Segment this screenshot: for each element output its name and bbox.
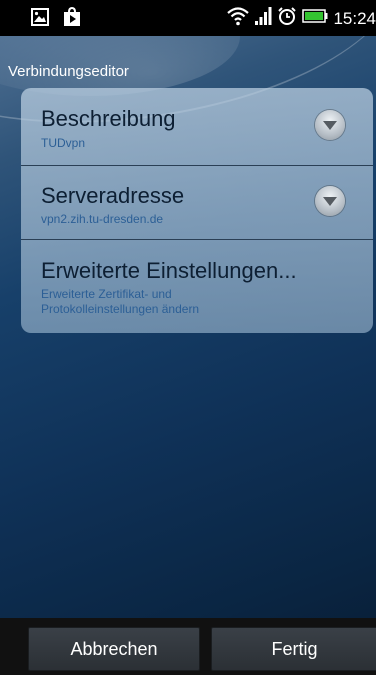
notification-icons: [30, 6, 82, 32]
chevron-down-icon[interactable]: [315, 110, 345, 140]
button-bar: Abbrechen Fertig: [0, 618, 376, 675]
description-row[interactable]: Beschreibung TUDvpn: [21, 88, 373, 164]
advanced-settings-row[interactable]: Erweiterte Einstellungen... Erweiterte Z…: [21, 240, 373, 333]
advanced-settings-label: Erweiterte Einstellungen...: [41, 258, 297, 283]
connection-editor-screen: Verbindungseditor Beschreibung TUDvpn Se…: [0, 36, 376, 675]
server-address-value: vpn2.zih.tu-dresden.de: [41, 212, 164, 226]
store-notification-icon: [62, 6, 82, 32]
signal-icon: [254, 6, 272, 31]
server-address-row[interactable]: Serveradresse vpn2.zih.tu-dresden.de: [21, 166, 373, 238]
cancel-button[interactable]: Abbrechen: [28, 627, 200, 671]
battery-icon: [302, 8, 328, 29]
chevron-down-icon[interactable]: [315, 186, 345, 216]
system-icons: 15:24: [227, 6, 376, 31]
description-value: TUDvpn: [41, 136, 86, 150]
done-button[interactable]: Fertig: [211, 627, 376, 671]
description-label: Beschreibung: [41, 106, 176, 131]
wifi-icon: [227, 6, 250, 31]
settings-card: Beschreibung TUDvpn Serveradresse vpn2.z…: [21, 88, 373, 333]
server-address-label: Serveradresse: [41, 183, 185, 208]
advanced-settings-desc-line2: Protokolleinstellungen ändern: [41, 302, 200, 316]
advanced-settings-desc-line1: Erweiterte Zertifikat- und: [41, 287, 172, 301]
status-bar: 15:24: [0, 0, 376, 36]
photo-notification-icon: [30, 7, 50, 32]
page-title: Verbindungseditor: [8, 63, 129, 80]
clock-time: 15:24: [333, 8, 376, 28]
alarm-icon: [277, 6, 297, 31]
